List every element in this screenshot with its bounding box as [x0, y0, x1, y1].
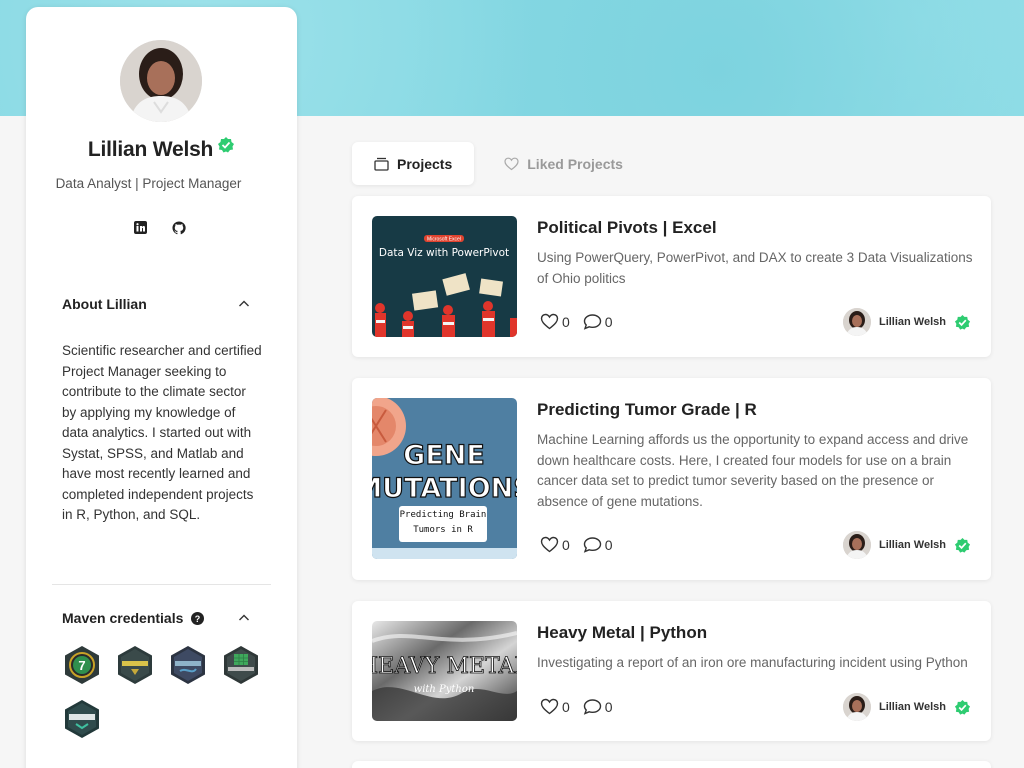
- thumb-line1: GENE: [403, 440, 485, 471]
- author-avatar: [842, 308, 871, 336]
- comment-button[interactable]: 0: [583, 698, 613, 715]
- project-stats: 0 0: [540, 698, 613, 715]
- comment-icon: [583, 314, 601, 330]
- author-avatar: [842, 693, 871, 721]
- profile-name: Lillian Welsh: [26, 136, 297, 162]
- credential-badges: 7: [62, 645, 262, 739]
- like-count: 0: [562, 698, 570, 715]
- like-button[interactable]: 0: [540, 698, 570, 715]
- badge-power-query-icon[interactable]: [62, 699, 102, 739]
- comment-icon: [583, 537, 601, 553]
- project-card[interactable]: GENE MUTATIONS Predicting Brain Tumors i…: [352, 378, 991, 580]
- comment-count: 0: [604, 536, 613, 553]
- like-button[interactable]: 0: [540, 313, 570, 330]
- verified-icon: [217, 136, 235, 160]
- thumb-line2: MUTATIONS: [372, 473, 517, 504]
- project-thumbnail[interactable]: Microsoft Excel Data Viz with PowerPivot: [372, 216, 517, 337]
- project-stats: 0 0: [540, 536, 613, 553]
- project-title[interactable]: Political Pivots | Excel: [537, 218, 717, 238]
- project-title[interactable]: Heavy Metal | Python: [537, 623, 707, 643]
- profile-title: Data Analyst | Project Manager: [55, 176, 242, 191]
- badge-pivot-table-icon[interactable]: [221, 645, 261, 685]
- project-thumbnail[interactable]: HEAVY METAL with Python: [372, 621, 517, 721]
- heart-icon: [540, 698, 559, 715]
- project-description: Investigating a report of an iron ore ma…: [537, 655, 968, 670]
- project-card[interactable]: [352, 761, 991, 768]
- thumb-title: Data Viz with PowerPivot: [379, 247, 509, 259]
- badge-7-icon[interactable]: 7: [62, 645, 102, 685]
- chevron-up-icon[interactable]: [238, 298, 250, 310]
- project-thumbnail[interactable]: GENE MUTATIONS Predicting Brain Tumors i…: [372, 398, 517, 559]
- credentials-heading-label: Maven credentials: [62, 610, 184, 626]
- about-heading-label: About Lillian: [62, 296, 147, 312]
- chevron-up-icon[interactable]: [238, 612, 250, 624]
- comment-icon: [583, 699, 601, 715]
- about-heading[interactable]: About Lillian: [62, 296, 147, 312]
- project-author[interactable]: Lillian Welsh: [842, 693, 971, 721]
- author-avatar: [842, 531, 871, 559]
- badge-mysql-icon[interactable]: [168, 645, 208, 685]
- verified-icon: [954, 537, 971, 553]
- project-title[interactable]: Predicting Tumor Grade | R: [537, 400, 757, 420]
- author-name: Lillian Welsh: [878, 539, 946, 551]
- like-count: 0: [562, 313, 570, 330]
- verified-icon: [954, 699, 971, 715]
- about-text: Scientific researcher and certified Proj…: [62, 343, 262, 522]
- tab-projects-label: Projects: [397, 155, 453, 172]
- svg-text:?: ?: [195, 614, 201, 624]
- thumb-title: HEAVY METAL: [372, 654, 517, 679]
- project-author[interactable]: Lillian Welsh: [842, 531, 971, 559]
- thumb-subtitle: Predicting Brain Tumors in R: [399, 510, 487, 535]
- verified-icon: [954, 314, 971, 330]
- badge-python-icon[interactable]: [115, 645, 155, 685]
- like-count: 0: [562, 536, 570, 553]
- social-links: [134, 221, 186, 235]
- comment-button[interactable]: 0: [583, 536, 613, 553]
- project-card[interactable]: Microsoft Excel Data Viz with PowerPivot…: [352, 196, 991, 357]
- heart-icon: [540, 536, 559, 553]
- tab-liked-projects[interactable]: Liked Projects: [482, 142, 645, 185]
- project-tabs: Projects Liked Projects: [352, 142, 645, 185]
- project-author[interactable]: Lillian Welsh: [842, 308, 971, 336]
- profile-sidebar: Lillian Welsh Data Analyst | Project Man…: [26, 7, 297, 768]
- project-description: Machine Learning affords us the opportun…: [537, 432, 969, 509]
- project-description: Using PowerQuery, PowerPivot, and DAX to…: [537, 250, 973, 286]
- project-card[interactable]: HEAVY METAL with Python Heavy Metal | Py…: [352, 601, 991, 741]
- projects-icon: [374, 157, 389, 171]
- author-name: Lillian Welsh: [878, 316, 946, 328]
- comment-count: 0: [604, 698, 613, 715]
- heart-icon: [504, 157, 519, 170]
- section-divider: [52, 584, 271, 585]
- help-icon[interactable]: ?: [191, 611, 205, 625]
- tab-liked-label: Liked Projects: [527, 155, 623, 172]
- svg-text:7: 7: [78, 658, 85, 673]
- thumb-subtitle: with Python: [414, 684, 475, 695]
- project-stats: 0 0: [540, 313, 613, 330]
- heart-icon: [540, 313, 559, 330]
- github-icon[interactable]: [172, 221, 186, 235]
- author-name: Lillian Welsh: [878, 701, 946, 713]
- profile-avatar: [120, 40, 202, 122]
- like-button[interactable]: 0: [540, 536, 570, 553]
- thumb-tag: Microsoft Excel: [427, 237, 461, 243]
- credentials-heading[interactable]: Maven credentials ?: [62, 610, 205, 626]
- comment-button[interactable]: 0: [583, 313, 613, 330]
- linkedin-icon[interactable]: [134, 221, 148, 235]
- tab-projects[interactable]: Projects: [352, 142, 475, 185]
- comment-count: 0: [604, 313, 613, 330]
